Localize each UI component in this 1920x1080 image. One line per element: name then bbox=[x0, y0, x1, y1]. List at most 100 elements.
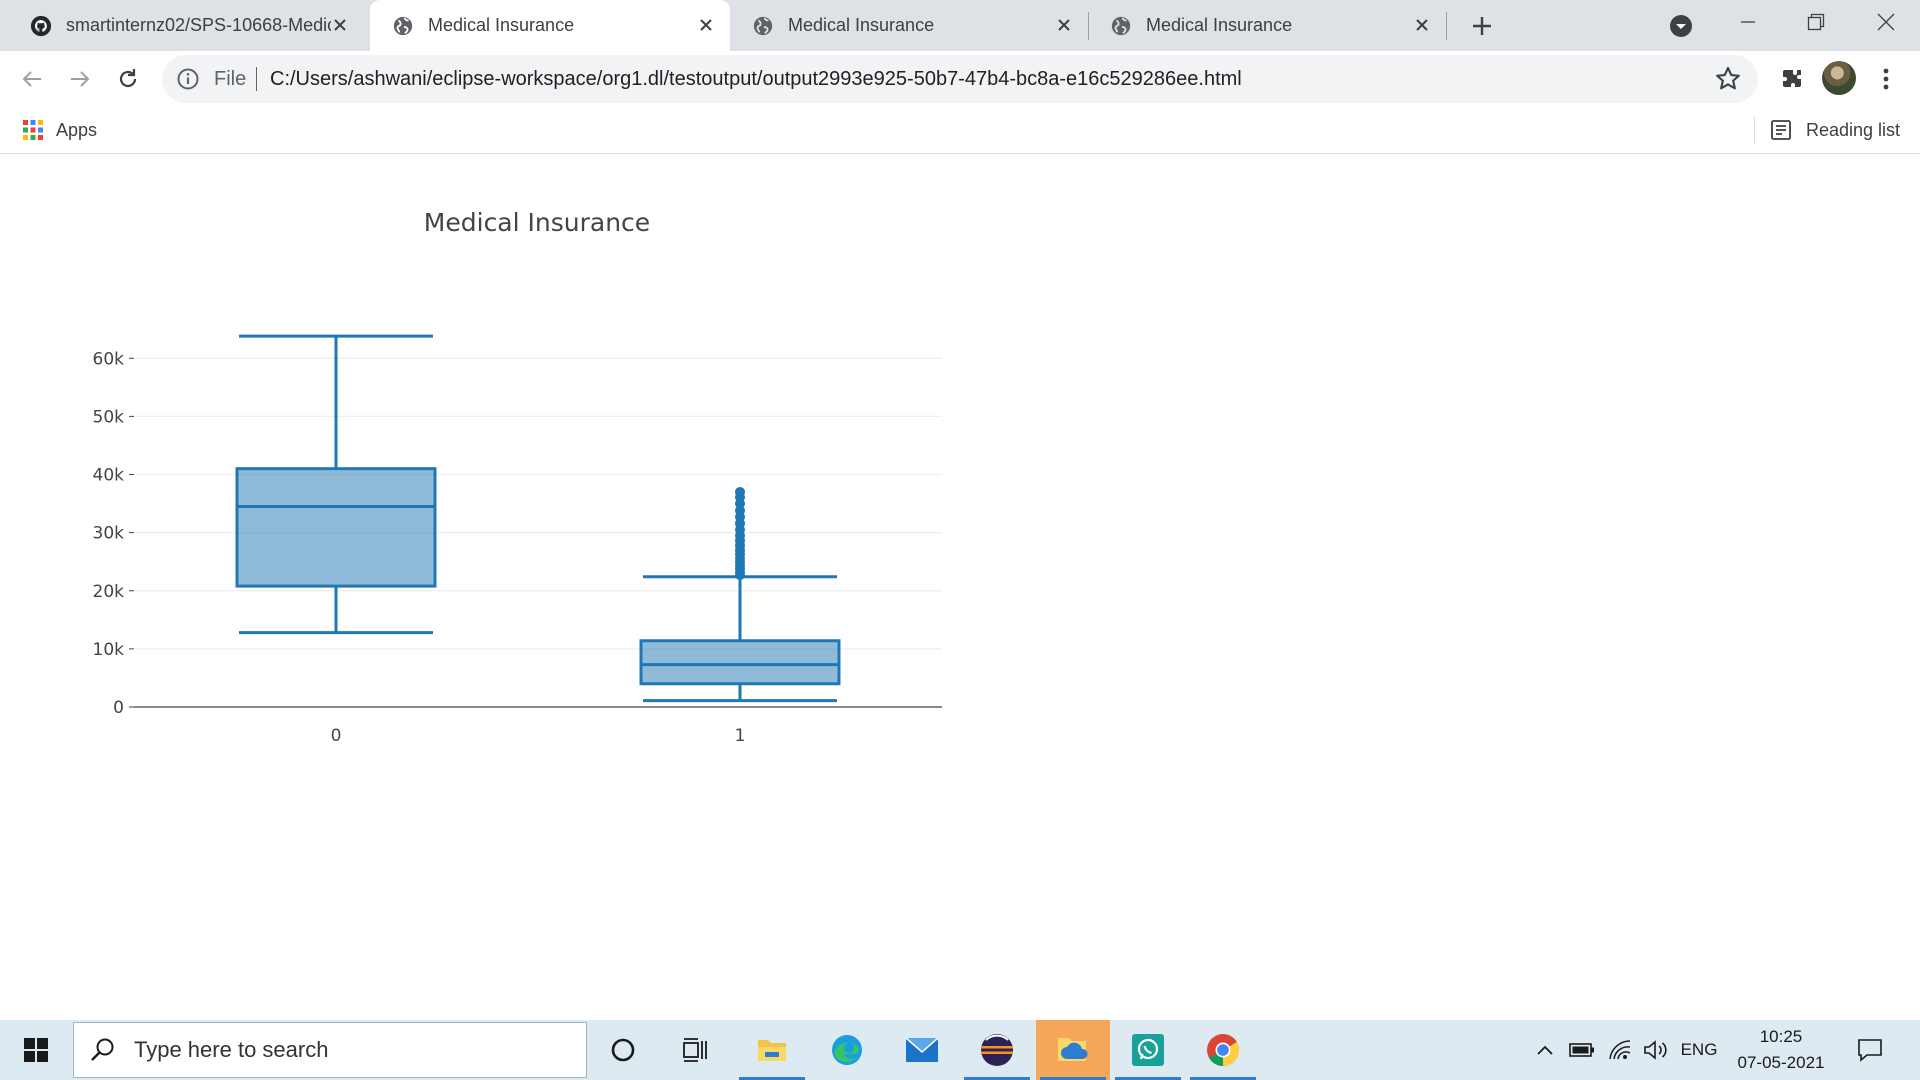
start-button[interactable] bbox=[0, 1020, 72, 1080]
globe-icon bbox=[753, 16, 773, 35]
puzzle-icon bbox=[1783, 70, 1801, 87]
tab-title: Medical Insurance bbox=[1146, 15, 1293, 35]
reading-list-label: Reading list bbox=[1806, 119, 1901, 140]
taskbar-search-box[interactable]: Type here to search bbox=[73, 1022, 587, 1078]
close-tab-icon[interactable] bbox=[1410, 13, 1434, 37]
boxes bbox=[235, 334, 841, 703]
chevron-up-icon bbox=[1537, 1045, 1553, 1055]
browser-menu-button[interactable] bbox=[1866, 59, 1906, 99]
task-view-button[interactable] bbox=[659, 1020, 733, 1080]
speaker-icon bbox=[1644, 1040, 1667, 1060]
windows-logo-icon bbox=[24, 1038, 48, 1062]
tab-title: Medical Insurance bbox=[788, 15, 935, 35]
task-view-icon bbox=[683, 1038, 707, 1062]
y-tick-label: 50k bbox=[93, 407, 125, 427]
cortana-icon bbox=[611, 1038, 635, 1062]
chevron-down-circle-icon bbox=[1670, 15, 1692, 37]
search-icon bbox=[91, 1038, 114, 1061]
action-center-button[interactable] bbox=[1850, 1030, 1890, 1070]
extensions-button[interactable] bbox=[1772, 59, 1812, 99]
whatsapp-icon bbox=[1132, 1034, 1164, 1066]
file-explorer-button[interactable] bbox=[735, 1020, 809, 1080]
close-tab-icon[interactable] bbox=[694, 13, 718, 37]
iqr-box bbox=[639, 639, 841, 686]
tab-search-button[interactable] bbox=[1665, 10, 1697, 42]
profile-avatar[interactable] bbox=[1822, 61, 1856, 95]
volume-indicator[interactable] bbox=[1640, 1020, 1672, 1080]
back-arrow-icon bbox=[22, 71, 41, 87]
network-indicator[interactable] bbox=[1604, 1020, 1636, 1080]
apps-grid-icon bbox=[23, 120, 43, 140]
url-text[interactable]: C:/Users/ashwani/eclipse-workspace/org1.… bbox=[270, 68, 1242, 91]
address-bar[interactable]: File C:/Users/ashwani/eclipse-workspace/… bbox=[162, 55, 1758, 103]
y-tick-label: 40k bbox=[93, 466, 125, 486]
cortana-button[interactable] bbox=[586, 1020, 660, 1080]
reading-list-button[interactable]: Reading list bbox=[1770, 116, 1900, 144]
eclipse-button[interactable] bbox=[960, 1020, 1034, 1080]
page-content: 0 10k 20k 30k 40k 50k 60k 0 1 Medical Insurance bbox=[0, 155, 1920, 1020]
edge-button[interactable] bbox=[810, 1020, 884, 1080]
x-tick-label: 1 bbox=[735, 726, 746, 746]
close-window-button[interactable] bbox=[1856, 0, 1916, 44]
wifi-icon bbox=[1609, 1040, 1631, 1060]
globe-icon bbox=[1111, 16, 1131, 35]
chrome-icon bbox=[1207, 1034, 1240, 1067]
bookmarks-bar: Apps Reading list bbox=[0, 106, 1920, 154]
restore-button[interactable] bbox=[1786, 0, 1846, 44]
outlier-point bbox=[735, 486, 745, 497]
battery-icon bbox=[1569, 1043, 1594, 1057]
y-tick-label: 10k bbox=[93, 640, 125, 660]
bookmarks-separator bbox=[1754, 116, 1755, 144]
iqr-box bbox=[235, 467, 437, 588]
chrome-button[interactable] bbox=[1186, 1020, 1260, 1080]
close-tab-icon[interactable] bbox=[328, 13, 352, 37]
clock-date: 07-05-2021 bbox=[1737, 1053, 1825, 1072]
reading-list-icon bbox=[1771, 120, 1791, 140]
tab-medical-insurance-3[interactable]: Medical Insurance bbox=[1088, 0, 1446, 51]
forward-arrow-icon bbox=[71, 71, 90, 87]
tab-separator bbox=[1446, 12, 1447, 40]
info-icon[interactable] bbox=[176, 67, 200, 91]
tab-medical-insurance-active[interactable]: Medical Insurance bbox=[370, 0, 730, 51]
mail-button[interactable] bbox=[885, 1020, 959, 1080]
close-icon bbox=[1877, 13, 1895, 31]
system-clock[interactable]: 10:25 07-05-2021 bbox=[1726, 1024, 1836, 1076]
address-separator bbox=[256, 67, 257, 91]
minimize-icon bbox=[1741, 21, 1755, 23]
box-1 bbox=[639, 486, 841, 703]
back-button[interactable] bbox=[12, 59, 52, 99]
more-vert-icon bbox=[1883, 68, 1889, 90]
y-tick-label: 60k bbox=[93, 349, 125, 369]
apps-bookmark[interactable]: Apps bbox=[22, 116, 97, 144]
reload-icon bbox=[119, 69, 137, 88]
y-tick-label: 20k bbox=[93, 582, 125, 602]
x-tick-label: 0 bbox=[331, 726, 342, 746]
forward-button[interactable] bbox=[60, 59, 100, 99]
restore-icon bbox=[1807, 13, 1825, 31]
whatsapp-button[interactable] bbox=[1111, 1020, 1185, 1080]
new-tab-button[interactable] bbox=[1464, 8, 1500, 44]
reload-button[interactable] bbox=[108, 59, 148, 99]
minimize-button[interactable] bbox=[1718, 0, 1778, 44]
chart-title: Medical Insurance bbox=[424, 208, 650, 237]
tab-medical-insurance-2[interactable]: Medical Insurance bbox=[730, 0, 1088, 51]
show-hidden-icons-button[interactable] bbox=[1530, 1020, 1560, 1080]
tab-title: Medical Insurance bbox=[428, 15, 575, 35]
scheme-label: File bbox=[214, 68, 247, 90]
box-0 bbox=[235, 334, 437, 635]
onedrive-button[interactable] bbox=[1036, 1020, 1110, 1080]
tab-github[interactable]: smartinternz02/SPS-10668-Medical bbox=[8, 0, 364, 51]
edge-icon bbox=[832, 1035, 862, 1065]
close-tab-icon[interactable] bbox=[1052, 13, 1076, 37]
y-tick-label: 0 bbox=[113, 698, 124, 718]
language-indicator[interactable]: ENG bbox=[1676, 1020, 1722, 1080]
battery-indicator[interactable] bbox=[1566, 1020, 1598, 1080]
bookmark-star-icon[interactable] bbox=[1714, 65, 1742, 93]
notification-icon bbox=[1858, 1039, 1882, 1062]
eclipse-icon bbox=[981, 1034, 1013, 1066]
mail-icon bbox=[905, 1037, 939, 1062]
globe-icon bbox=[393, 16, 413, 35]
onedrive-icon bbox=[1058, 1038, 1088, 1061]
box-plot-chart: 0 10k 20k 30k 40k 50k 60k 0 1 Medical Insurance bbox=[93, 208, 942, 746]
plus-icon bbox=[1473, 17, 1491, 35]
